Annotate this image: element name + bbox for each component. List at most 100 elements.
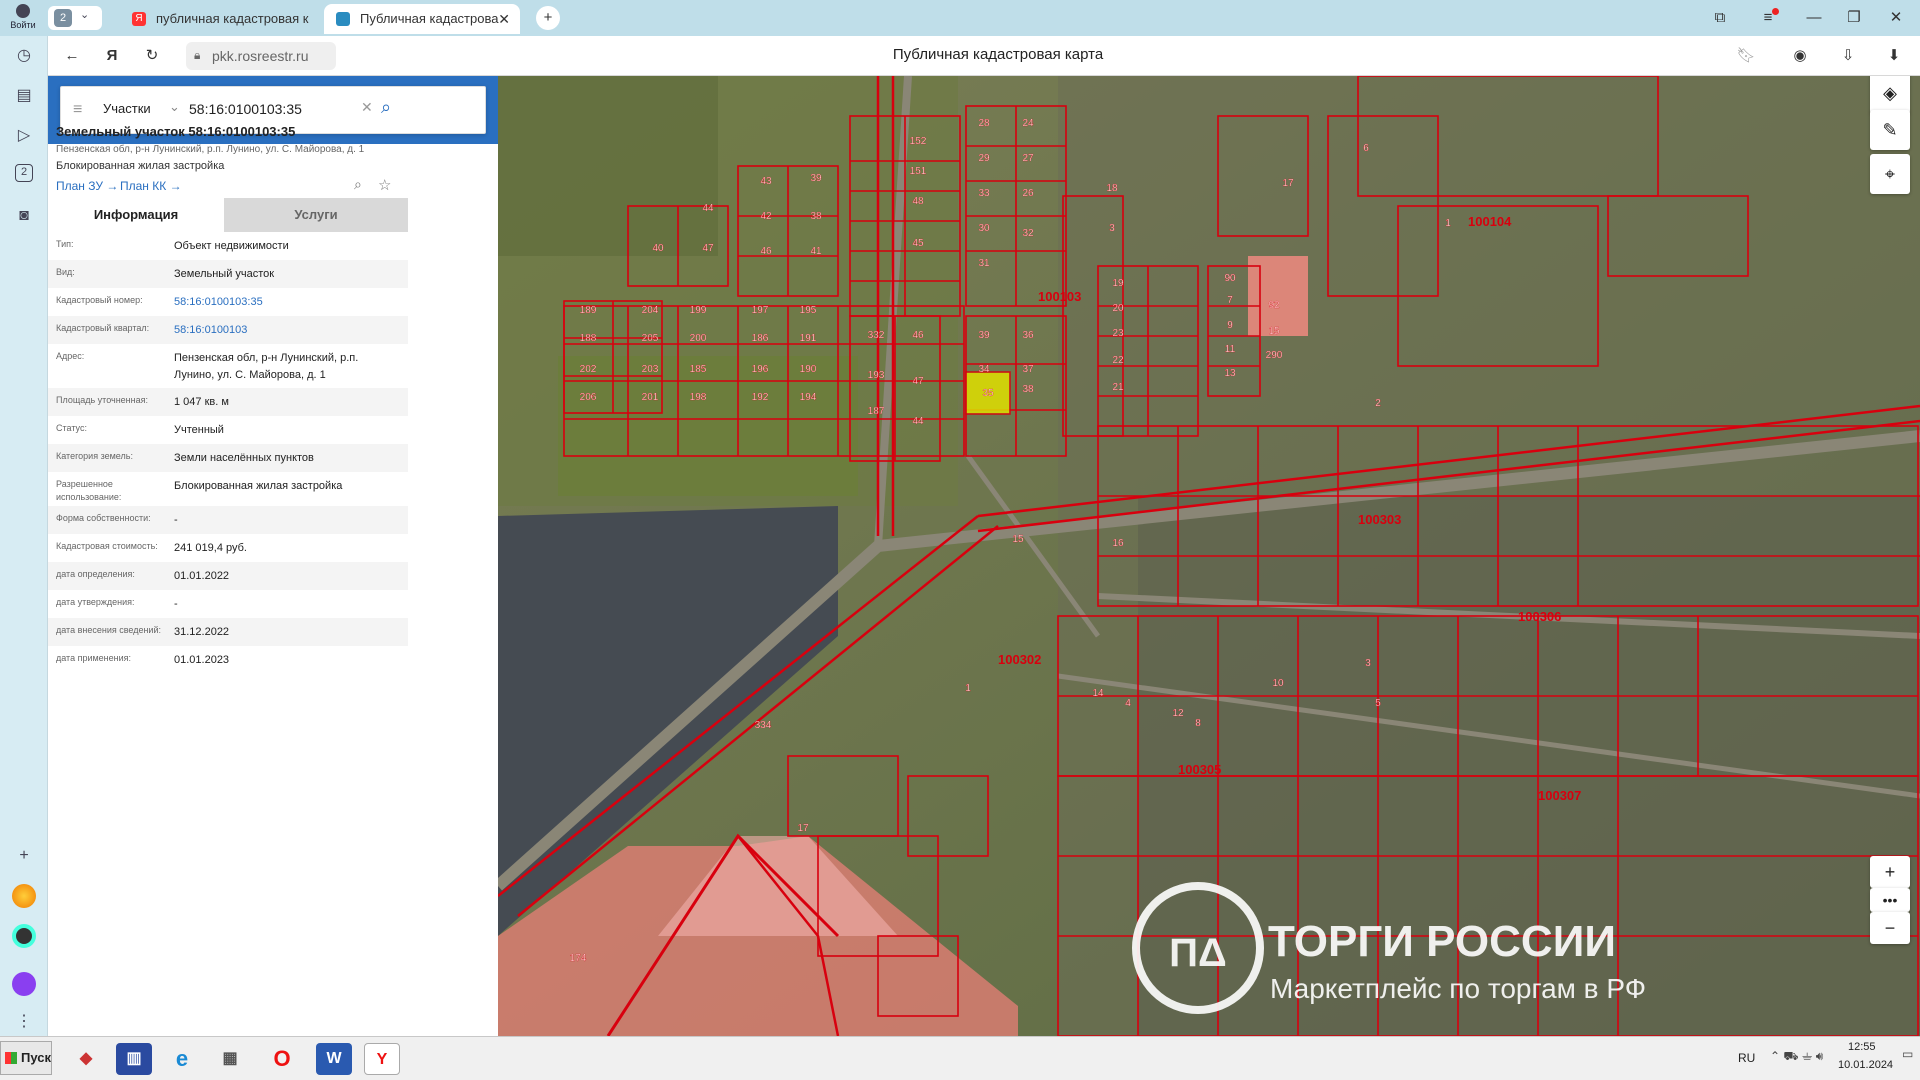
parcel-label[interactable]: 152 xyxy=(910,136,927,147)
parcel-label[interactable]: 4 xyxy=(1125,698,1131,709)
parcel-label[interactable]: 31 xyxy=(978,258,990,269)
new-tab-button[interactable]: + xyxy=(536,6,560,30)
parcel-label[interactable]: 14 xyxy=(1092,688,1104,699)
parcel-label[interactable]: 151 xyxy=(910,166,927,177)
start-button[interactable]: Пуск xyxy=(0,1041,52,1075)
collections-icon[interactable]: ▤ xyxy=(12,84,36,108)
parcel-label[interactable]: 186 xyxy=(752,333,769,344)
url-field[interactable]: 🔒︎ pkk.rosreestr.ru xyxy=(186,42,336,70)
assistant-icon[interactable] xyxy=(12,972,36,996)
parcel-label[interactable]: 46 xyxy=(912,330,924,341)
search-mode-select[interactable]: Участки xyxy=(103,101,151,116)
parcel-label[interactable]: 21 xyxy=(1112,382,1124,393)
parcel-label[interactable]: 46 xyxy=(760,246,772,257)
parcel-label[interactable]: 42 xyxy=(760,211,772,222)
opera-icon[interactable]: O xyxy=(264,1043,300,1075)
parcel-label[interactable]: 39 xyxy=(810,173,822,184)
info-value[interactable]: 58:16:0100103:35 xyxy=(174,294,400,311)
parcel-label[interactable]: 199 xyxy=(690,305,707,316)
parcel-label[interactable]: 9 xyxy=(1227,320,1233,331)
parcel-label[interactable]: 17 xyxy=(1282,178,1294,189)
parcel-label[interactable]: 203 xyxy=(642,364,659,375)
parcel-label[interactable]: 194 xyxy=(800,392,817,403)
parcel-label[interactable]: 2 xyxy=(1375,398,1381,409)
parcel-label[interactable]: 1 xyxy=(965,683,971,694)
parcel-label[interactable]: 47 xyxy=(702,243,714,254)
parcel-label[interactable]: 12 xyxy=(1172,708,1184,719)
parcel-label[interactable]: 10 xyxy=(1272,678,1284,689)
find-icon[interactable]: ⌕ xyxy=(354,176,362,193)
parcel-label[interactable]: 27 xyxy=(1022,153,1034,164)
parcel-label[interactable]: 22 xyxy=(1112,355,1124,366)
star-icon[interactable]: ☆ xyxy=(378,176,391,194)
parcel-label[interactable]: 195 xyxy=(800,305,817,316)
parcel-label[interactable]: 28 xyxy=(978,118,990,129)
parcel-label[interactable]: 200 xyxy=(690,333,707,344)
parcel-label[interactable]: 24 xyxy=(1022,118,1034,129)
reload-button[interactable]: ↻ xyxy=(140,44,164,68)
parcel-label[interactable]: 8 xyxy=(1195,718,1201,729)
parcel-label[interactable]: 1 xyxy=(1445,218,1451,229)
profile-button[interactable]: Войти xyxy=(6,2,40,34)
minimize-button[interactable]: — xyxy=(1802,6,1826,30)
parcel-label[interactable]: 32 xyxy=(1022,228,1034,239)
parcel-label[interactable]: 205 xyxy=(642,333,659,344)
layers-button[interactable]: ◈ xyxy=(1870,76,1910,114)
parcel-label[interactable]: 19 xyxy=(1112,278,1124,289)
parcel-label[interactable]: 15 xyxy=(1268,326,1280,337)
parcel-label[interactable]: 6 xyxy=(1363,143,1369,154)
parcel-label[interactable]: 15 xyxy=(1012,534,1024,545)
tab-pkk[interactable]: Публичная кадастрова ✕ xyxy=(324,4,520,34)
ruler-button[interactable]: ✎ xyxy=(1870,110,1910,150)
parcel-label[interactable]: 174 xyxy=(570,953,587,964)
parcel-label[interactable]: 187 xyxy=(868,406,885,417)
parcel-label[interactable]: 44 xyxy=(912,416,924,427)
clear-icon[interactable]: ✕ xyxy=(361,99,373,116)
more-icon[interactable]: ⋮ xyxy=(12,1010,36,1034)
yandex-button[interactable]: Я xyxy=(100,44,124,68)
parcel-label[interactable]: 47 xyxy=(912,376,924,387)
tabs-icon[interactable]: 2 xyxy=(15,164,33,182)
show-desktop-icon[interactable]: ▭ xyxy=(1902,1047,1913,1061)
cadastral-map[interactable]: 100103 100104 100303 100306 100302 10030… xyxy=(498,76,1920,1036)
parcel-label[interactable]: 17 xyxy=(797,823,809,834)
chevron-down-icon[interactable]: ⌄ xyxy=(169,99,180,115)
parcel-label[interactable]: 202 xyxy=(580,364,597,375)
ie-icon[interactable]: e xyxy=(164,1043,200,1075)
parcel-label[interactable]: 3 xyxy=(1109,223,1115,234)
info-value[interactable]: 58:16:0100103 xyxy=(174,322,400,339)
parcel-label[interactable]: 192 xyxy=(752,392,769,403)
downloads-icon[interactable]: ⇩ xyxy=(1836,44,1860,68)
parcel-label[interactable]: 3 xyxy=(1365,658,1371,669)
parcel-label[interactable]: 33 xyxy=(978,188,990,199)
parcel-label[interactable]: 290 xyxy=(1266,350,1283,361)
parcel-label[interactable]: 43 xyxy=(760,176,772,187)
app-icon[interactable]: ◆ xyxy=(68,1043,104,1075)
back-button[interactable]: ← xyxy=(60,44,84,68)
locate-button[interactable]: ⌖ xyxy=(1870,154,1910,194)
parcel-label[interactable]: 193 xyxy=(868,370,885,381)
tab-counter[interactable]: 2 ⌄ xyxy=(48,6,102,30)
parcel-label[interactable]: 197 xyxy=(752,305,769,316)
parcel-label[interactable]: 92 xyxy=(1268,300,1280,311)
close-tab-icon[interactable]: ✕ xyxy=(498,4,510,34)
hamburger-icon[interactable]: ≡ xyxy=(73,101,82,119)
parcel-label[interactable]: 44 xyxy=(702,203,714,214)
parcel-label[interactable]: 5 xyxy=(1375,698,1381,709)
maximize-button[interactable]: ❐ xyxy=(1842,6,1866,30)
parcel-label[interactable]: 41 xyxy=(810,246,822,257)
parcel-label[interactable]: 13 xyxy=(1224,368,1236,379)
parcel-label[interactable]: 191 xyxy=(800,333,817,344)
tab-yandex[interactable]: Я публичная кадастровая к xyxy=(120,4,320,34)
add-icon[interactable]: + xyxy=(12,844,36,868)
parcel-label[interactable]: 30 xyxy=(978,223,990,234)
download-icon[interactable]: ⬇ xyxy=(1882,44,1906,68)
plan-kk-link[interactable]: План КК → xyxy=(120,179,182,193)
parcel-label[interactable]: 18 xyxy=(1106,183,1118,194)
parcel-label[interactable]: 201 xyxy=(642,392,659,403)
parcel-label[interactable]: 204 xyxy=(642,305,659,316)
app-orange-icon[interactable] xyxy=(12,884,36,908)
zoom-options-button[interactable]: ••• xyxy=(1870,888,1910,912)
parcel-label[interactable]: 48 xyxy=(912,196,924,207)
parcel-label[interactable]: 198 xyxy=(690,392,707,403)
